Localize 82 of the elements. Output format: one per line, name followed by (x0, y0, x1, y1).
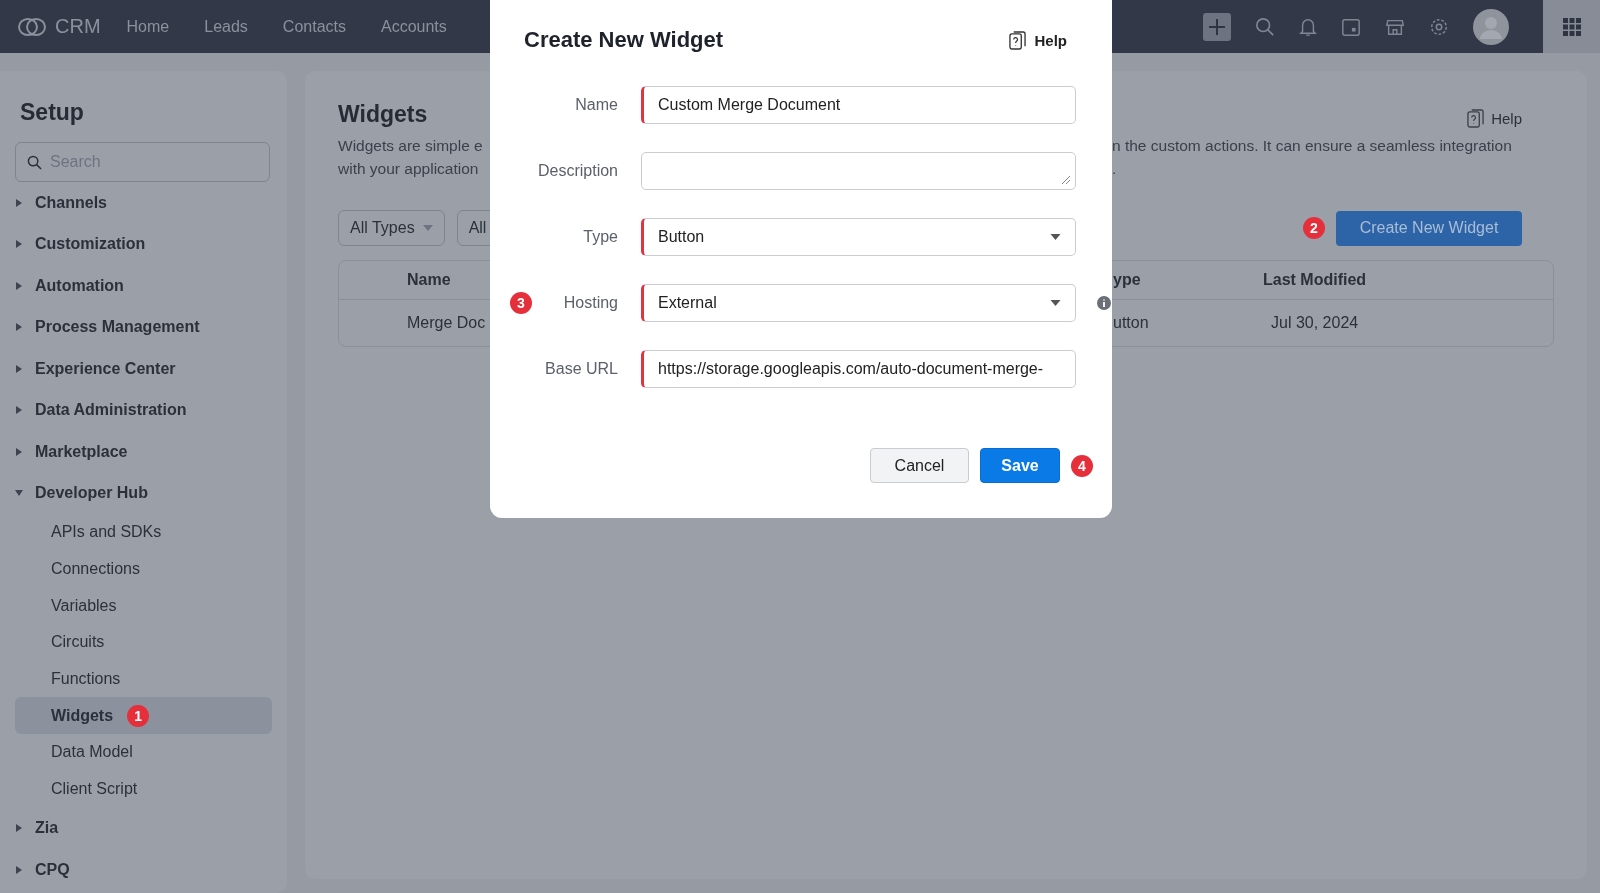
filter-dropdown[interactable]: All Types (338, 210, 445, 246)
sidebar-item[interactable]: Client Script (15, 770, 272, 808)
caret-icon (15, 323, 23, 332)
sidebar-item[interactable]: CPQ (0, 849, 287, 891)
sidebar-item[interactable]: Variables (15, 587, 272, 625)
caret-icon (15, 198, 23, 207)
save-button[interactable]: Save (980, 448, 1060, 483)
step-badge: 3 (510, 292, 532, 314)
field-label: Name (574, 96, 618, 114)
nav-link[interactable]: Contacts (282, 17, 346, 36)
step-badge: 2 (1303, 217, 1325, 239)
resize-grip-icon (1061, 175, 1071, 185)
plus-icon[interactable] (1203, 12, 1231, 41)
table-cell: Merge Doc (407, 314, 486, 331)
dialog-title: Create New Widget (524, 27, 724, 53)
input-field[interactable]: https://storage.googleapis.com/auto-document-merge- (641, 350, 1076, 388)
sidebar-item[interactable]: Zia (0, 807, 287, 849)
help-link[interactable]: Help (1467, 109, 1522, 128)
caret-icon (15, 865, 23, 874)
caret-icon (15, 824, 23, 833)
step-badge: 1 (127, 704, 150, 727)
search-icon[interactable] (1255, 16, 1275, 37)
sidebar-item[interactable]: Process Management (0, 306, 287, 348)
column-header: Name (407, 271, 451, 288)
textarea-field[interactable] (641, 152, 1076, 190)
caret-icon (15, 281, 23, 290)
table-cell-text: utton (1113, 314, 1150, 332)
avatar-icon[interactable] (1473, 8, 1509, 45)
column-header: ype (1113, 271, 1142, 289)
nav-link[interactable]: Leads (204, 17, 248, 36)
step-badge: 4 (1071, 454, 1093, 477)
sidebar-item[interactable]: Developer Hub (0, 472, 287, 514)
sidebar-title: Setup (20, 99, 85, 126)
sidebar-item[interactable]: Data Administration (0, 389, 287, 431)
sidebar-item[interactable]: Channels (0, 182, 287, 224)
settings-icon[interactable] (1429, 16, 1449, 37)
create-widget-button[interactable]: Create New Widget (1336, 210, 1522, 246)
nav-link[interactable]: Home (126, 17, 170, 36)
logo-icon (17, 16, 47, 37)
sidebar-item[interactable]: Functions (15, 660, 272, 698)
field-label: Description (536, 162, 618, 180)
description-text: . (1112, 159, 1118, 179)
help-icon (1009, 30, 1027, 50)
caret-icon (15, 406, 23, 415)
field-label: Base URL (544, 360, 618, 378)
field-label: Hosting (562, 294, 618, 312)
cancel-button[interactable]: Cancel (870, 448, 969, 483)
column-header: Last Modified (1263, 271, 1367, 289)
caret-icon (15, 240, 23, 249)
sidebar-item[interactable]: Automation (0, 265, 287, 307)
apps-button[interactable] (1543, 0, 1600, 53)
description-text: with your application (338, 159, 480, 179)
sidebar-item[interactable]: Widgets 1 (15, 697, 272, 735)
app-name: CRM (55, 15, 101, 38)
table-cell: Jul 30, 2024 (1271, 314, 1359, 332)
caret-icon (1050, 300, 1061, 306)
caret-icon (422, 225, 433, 231)
grid-icon (1562, 17, 1581, 36)
caret-icon (15, 489, 23, 498)
help-link[interactable]: Help (1009, 30, 1067, 50)
sidebar-item[interactable]: Circuits (15, 624, 272, 661)
page-title: Widgets (338, 101, 429, 128)
sidebar-item[interactable]: Customization (0, 223, 287, 265)
calendar-icon[interactable] (1341, 16, 1361, 37)
input-field[interactable]: Custom Merge Document (641, 86, 1076, 124)
nav-link[interactable]: Accounts (380, 17, 447, 36)
sidebar-item[interactable]: APIs and SDKs (15, 514, 272, 551)
caret-icon (15, 364, 23, 373)
sidebar-item[interactable]: Marketplace (0, 431, 287, 473)
description-text: Widgets are simple e (338, 136, 484, 156)
search-icon (27, 154, 42, 170)
bell-icon[interactable] (1299, 16, 1317, 37)
sidebar-item[interactable]: Connections (15, 550, 272, 588)
field-label: Type (582, 228, 618, 246)
select-field[interactable]: Button (641, 218, 1076, 256)
select-field[interactable]: External (641, 284, 1076, 322)
sidebar-item[interactable]: Data Model (15, 734, 272, 771)
description-text: n the custom actions. It can ensure a seamless integration (1112, 136, 1513, 156)
sidebar-item[interactable]: Experience Center (0, 348, 287, 390)
caret-icon (15, 447, 23, 456)
help-icon (1467, 109, 1485, 128)
caret-icon (1050, 234, 1061, 240)
